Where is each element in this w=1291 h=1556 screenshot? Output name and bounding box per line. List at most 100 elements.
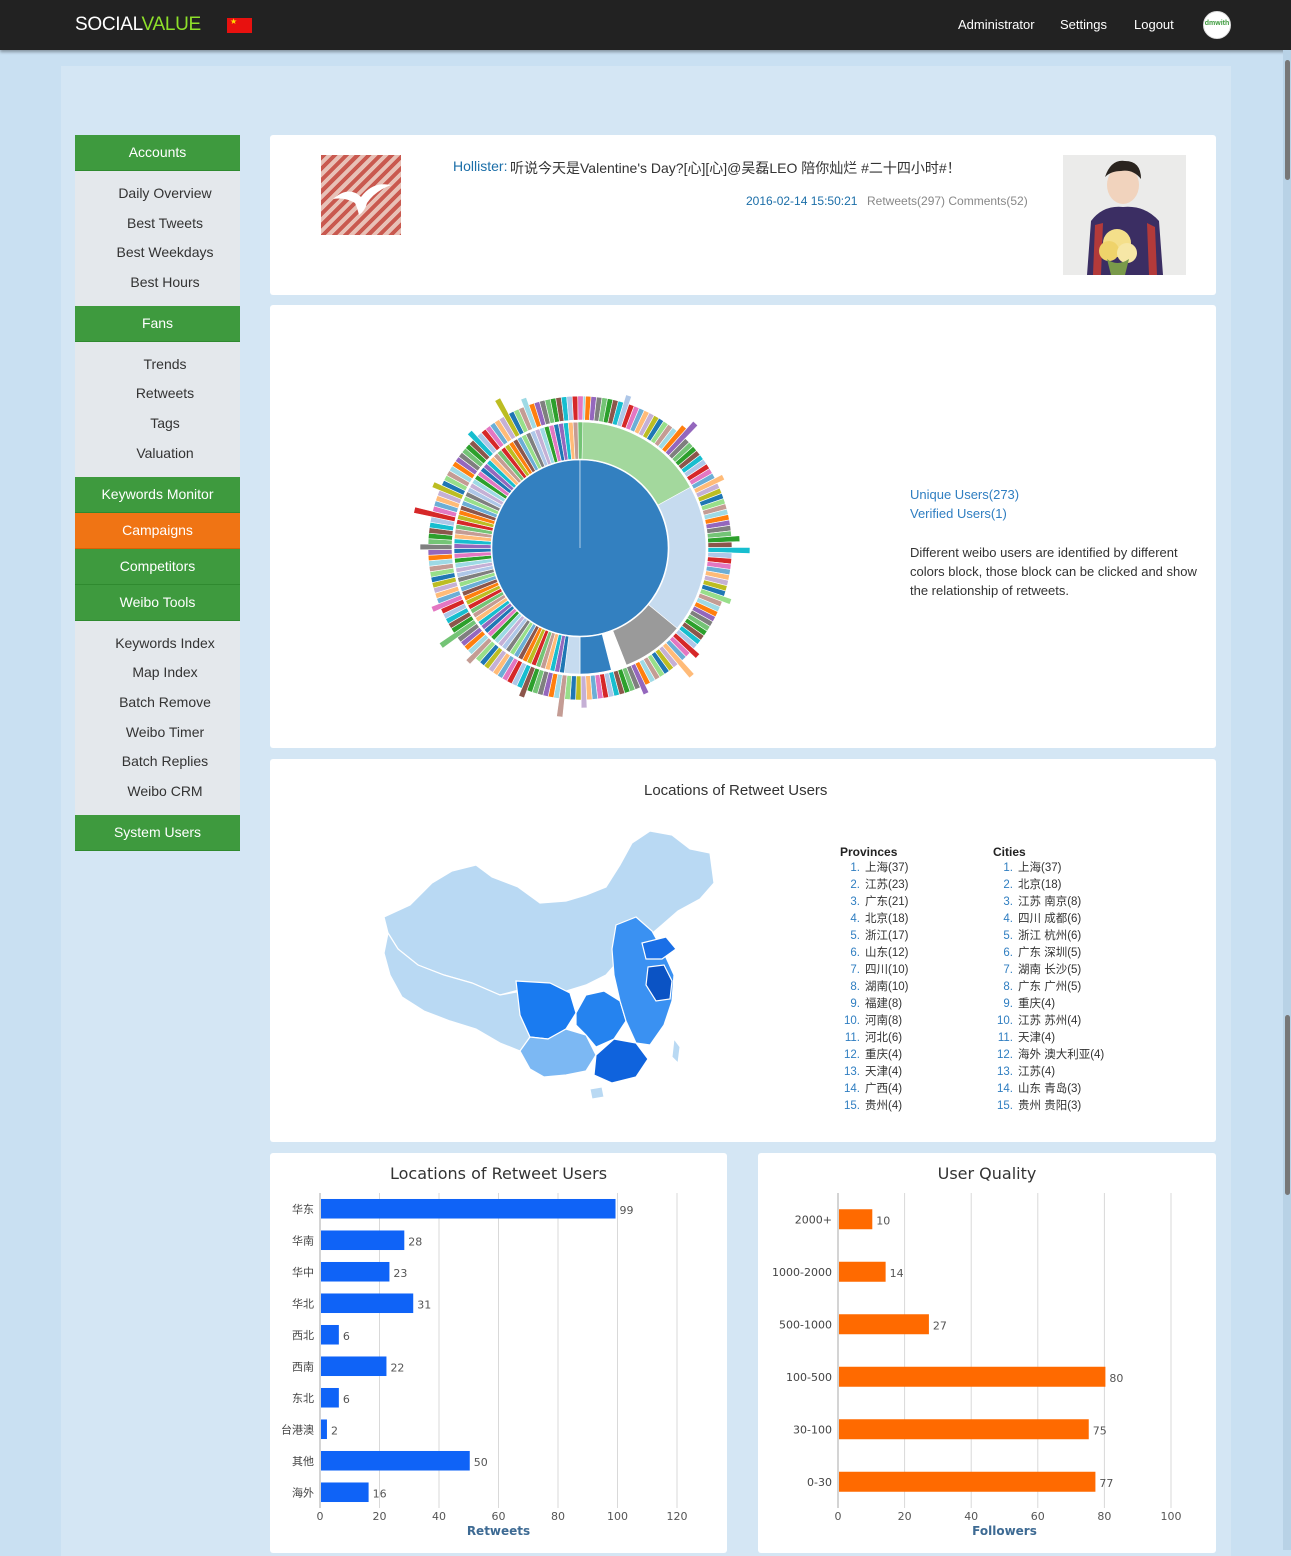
verified-users-link[interactable]: Verified Users(1) <box>910 506 1007 521</box>
city-rank: 6. <box>1003 947 1013 959</box>
sidebar-item-weibo-timer[interactable]: Weibo Timer <box>75 718 240 748</box>
category-label: 西北 <box>292 1329 314 1342</box>
bar[interactable] <box>321 1419 327 1440</box>
sidebar-section-fans[interactable]: Fans <box>75 305 240 342</box>
tweet-author[interactable]: Hollister: <box>453 158 507 174</box>
tweet-date[interactable]: 2016-02-14 15:50:21 <box>746 194 857 208</box>
city-label: 江苏 南京(8) <box>1018 896 1082 908</box>
sidebar-section-keywords-monitor[interactable]: Keywords Monitor <box>75 476 240 513</box>
value-label: 28 <box>408 1235 422 1248</box>
bar[interactable] <box>321 1387 339 1408</box>
sidebar-section-weibo-tools[interactable]: Weibo Tools <box>75 584 240 621</box>
sidebar-item-best-hours[interactable]: Best Hours <box>75 268 240 298</box>
sidebar-section-accounts[interactable]: Accounts <box>75 135 240 171</box>
sidebar-section-competitors[interactable]: Competitors <box>75 548 240 585</box>
map-region-guangdong[interactable] <box>593 1038 649 1084</box>
bar[interactable] <box>839 1314 929 1335</box>
city-label: 重庆(4) <box>1018 998 1056 1010</box>
city-rank: 2. <box>1003 879 1013 891</box>
city-item: 12. 海外 澳大利亚(4) <box>993 1047 1104 1064</box>
city-item: 3. 江苏 南京(8) <box>993 894 1104 911</box>
sidebar-item-valuation[interactable]: Valuation <box>75 439 240 469</box>
sidebar-item-best-tweets[interactable]: Best Tweets <box>75 209 240 239</box>
nav-administrator[interactable]: Administrator <box>958 17 1035 32</box>
bar[interactable] <box>839 1471 1096 1492</box>
bar[interactable] <box>839 1419 1089 1440</box>
x-tick-label: 80 <box>551 1510 565 1523</box>
value-label: 77 <box>1099 1477 1113 1490</box>
nav-settings[interactable]: Settings <box>1060 17 1107 32</box>
map-region-hainan[interactable] <box>589 1086 605 1100</box>
sidebar-item-batch-remove[interactable]: Batch Remove <box>75 688 240 718</box>
province-label: 浙江(17) <box>865 930 909 942</box>
china-flag-icon[interactable]: ★ <box>227 17 252 33</box>
category-label: 1000-2000 <box>772 1266 832 1279</box>
bar[interactable] <box>839 1261 886 1282</box>
scrollbar-track[interactable] <box>1283 50 1291 1550</box>
bar[interactable] <box>321 1356 387 1377</box>
category-label: 其他 <box>292 1455 314 1468</box>
map-region-taiwan[interactable] <box>671 1037 681 1065</box>
scrollbar-thumb-top[interactable] <box>1285 60 1290 180</box>
scrollbar-thumb[interactable] <box>1285 1015 1290 1195</box>
sidebar-item-best-weekdays[interactable]: Best Weekdays <box>75 238 240 268</box>
sidebar-item-keywords-index[interactable]: Keywords Index <box>75 629 240 659</box>
chart-title: Locations of Retweet Users <box>390 1164 607 1183</box>
sunburst-center[interactable] <box>491 459 669 637</box>
bar[interactable] <box>321 1482 369 1503</box>
bar[interactable] <box>321 1230 405 1251</box>
tweet-image[interactable] <box>1063 155 1186 275</box>
x-axis-title: Followers <box>972 1524 1037 1538</box>
value-label: 16 <box>373 1487 387 1500</box>
city-item: 14. 山东 青岛(3) <box>993 1081 1104 1098</box>
x-tick-label: 20 <box>898 1510 912 1523</box>
sidebar-item-map-index[interactable]: Map Index <box>75 658 240 688</box>
bar[interactable] <box>839 1209 873 1230</box>
sunburst-outer[interactable] <box>707 541 733 548</box>
city-rank: 3. <box>1003 896 1013 908</box>
province-rank: 4. <box>850 913 860 925</box>
china-map[interactable] <box>380 825 720 1105</box>
brand-logo[interactable]: SOCIALVALUE <box>75 14 201 36</box>
sidebar-item-daily-overview[interactable]: Daily Overview <box>75 179 240 209</box>
retweet-sunburst-chart[interactable] <box>410 360 770 720</box>
bar[interactable] <box>321 1324 339 1345</box>
sidebar-section-system-users[interactable]: System Users <box>75 814 240 851</box>
sidebar-section-campaigns[interactable]: Campaigns <box>75 512 240 549</box>
value-label: 50 <box>474 1456 488 1469</box>
value-label: 80 <box>1109 1372 1123 1385</box>
bar[interactable] <box>839 1366 1106 1387</box>
unique-users-link[interactable]: Unique Users(273) <box>910 487 1019 502</box>
bar[interactable] <box>321 1198 616 1219</box>
x-tick-label: 80 <box>1097 1510 1111 1523</box>
user-avatar[interactable]: dmwith <box>1203 11 1231 39</box>
sidebar-item-trends[interactable]: Trends <box>75 350 240 380</box>
sidebar-item-batch-replies[interactable]: Batch Replies <box>75 747 240 777</box>
sunburst-outer[interactable] <box>427 549 453 556</box>
x-tick-label: 60 <box>1031 1510 1045 1523</box>
x-tick-label: 0 <box>835 1510 842 1523</box>
bar[interactable] <box>321 1261 390 1282</box>
city-item: 6. 广东 深圳(5) <box>993 945 1104 962</box>
sunburst-segment[interactable] <box>577 421 584 460</box>
sunburst-outer[interactable] <box>580 675 588 709</box>
sidebar-item-retweets[interactable]: Retweets <box>75 379 240 409</box>
region-bar-chart[interactable]: Locations of Retweet Users 0 20 40 60 80 100 12… <box>270 1153 727 1550</box>
user-quality-bar-chart[interactable]: User Quality 0 20 40 60 80 100 2000+ 10 1000-2000… <box>758 1153 1216 1550</box>
sunburst-outer[interactable] <box>571 395 579 421</box>
province-rank: 6. <box>850 947 860 959</box>
sunburst-outer[interactable] <box>577 395 584 421</box>
province-label: 江苏(23) <box>865 879 909 891</box>
province-item: 3. 广东(21) <box>840 894 908 911</box>
bar[interactable] <box>321 1450 470 1471</box>
province-item: 10. 河南(8) <box>840 1013 908 1030</box>
city-label: 广东 广州(5) <box>1018 981 1082 993</box>
sidebar-item-tags[interactable]: Tags <box>75 409 240 439</box>
tweet-author-avatar[interactable] <box>321 155 401 235</box>
province-label: 山东(12) <box>865 947 909 959</box>
nav-logout[interactable]: Logout <box>1134 17 1174 32</box>
bar[interactable] <box>321 1293 414 1314</box>
sidebar-menu: Accounts Daily Overview Best Tweets Best We… <box>75 135 240 851</box>
value-label: 22 <box>390 1361 404 1374</box>
sidebar-item-weibo-crm[interactable]: Weibo CRM <box>75 777 240 807</box>
